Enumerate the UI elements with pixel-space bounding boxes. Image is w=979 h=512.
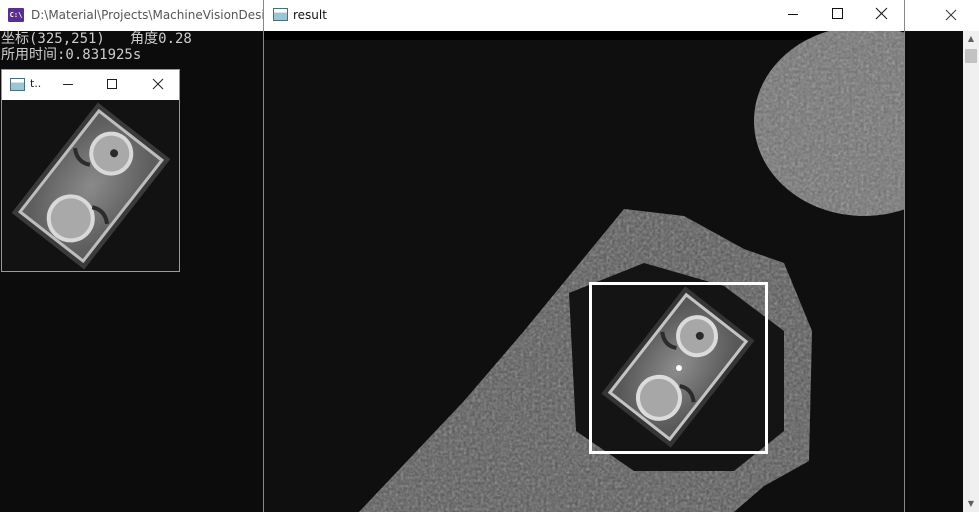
minimize-icon [788,14,798,15]
console-window-title: D:\Material\Projects\MachineVisionDesi [31,8,265,22]
template-window-titlebar[interactable]: t.. [2,70,179,99]
maximize-button[interactable] [94,70,130,99]
close-icon [875,7,888,20]
minimize-button[interactable] [50,70,86,99]
maximize-icon [832,8,843,19]
scroll-thumb[interactable] [965,49,977,63]
console-scrollbar[interactable]: ▲ ▼ [963,31,979,512]
template-window[interactable]: t.. [1,69,180,272]
image-window-icon [10,78,25,91]
result-image [264,31,904,512]
maximize-button[interactable] [814,0,860,31]
template-chip-graphic [11,102,171,270]
scroll-up-icon[interactable]: ▲ [963,31,979,47]
result-window-titlebar[interactable]: result [264,0,904,31]
close-button[interactable] [858,0,904,31]
close-button[interactable] [140,70,176,99]
scroll-down-icon[interactable]: ▼ [963,496,979,512]
close-icon [945,9,957,21]
result-scene-graphic [264,31,904,512]
template-image [2,100,179,271]
template-window-title: t.. [30,77,42,90]
console-close-button[interactable] [905,0,979,31]
console-icon: C:\ [8,8,24,22]
maximize-icon [107,79,117,89]
result-window[interactable]: result [263,0,905,512]
detection-center-point [676,365,682,371]
minimize-icon [63,84,73,85]
close-icon [152,78,164,90]
image-window-icon [273,8,288,21]
minimize-button[interactable] [770,0,816,31]
result-window-title: result [293,8,327,22]
